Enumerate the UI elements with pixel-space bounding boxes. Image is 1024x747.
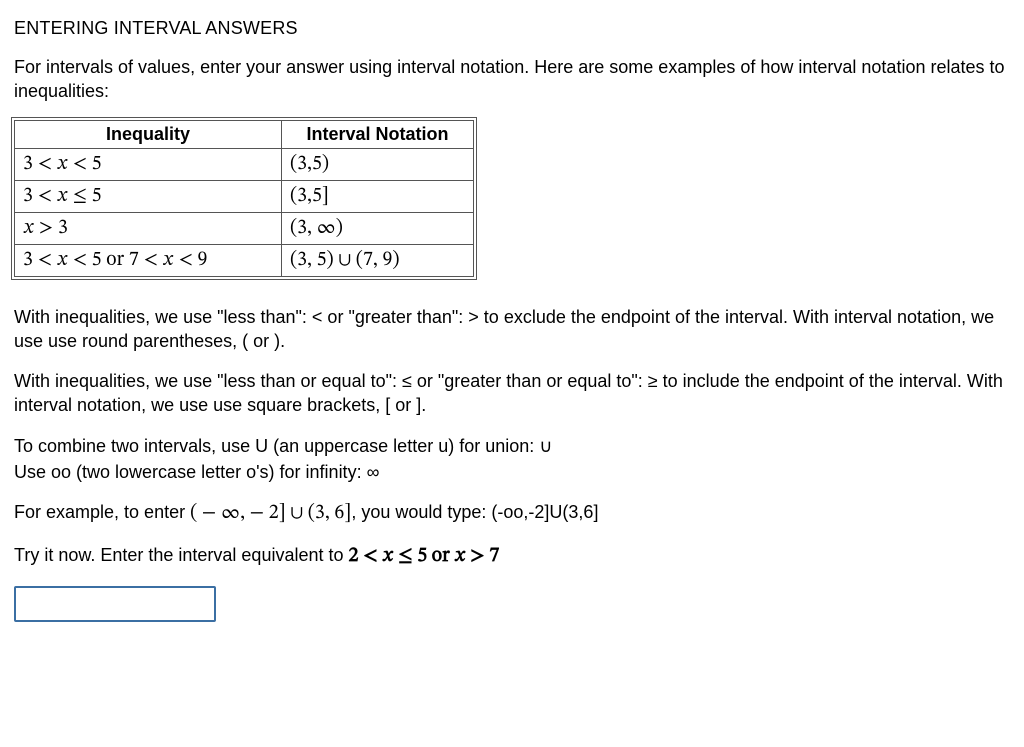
cell-interval: (3,5) <box>282 148 474 180</box>
try-prefix: Try it now. Enter the interval equivalen… <box>14 545 349 565</box>
table-row: 3 < 𝑥 ≤ 5 (3,5] <box>15 180 474 212</box>
cell-interval: (3, ∞) <box>282 212 474 244</box>
paragraph-try: Try it now. Enter the interval equivalen… <box>14 543 1010 570</box>
example-suffix: , you would type: (-oo,-2]U(3,6] <box>351 502 598 522</box>
paragraph-exclude: With inequalities, we use "less than": <… <box>14 305 1010 354</box>
table-row: 3 < 𝑥 < 5 or 7 < 𝑥 < 9 (3, 5) ∪ (7, 9) <box>15 244 474 276</box>
example-prefix: For example, to enter <box>14 502 190 522</box>
col-header-inequality: Inequality <box>15 120 282 148</box>
paragraph-include: With inequalities, we use "less than or … <box>14 369 1010 418</box>
cell-interval: (3,5] <box>282 180 474 212</box>
col-header-interval: Interval Notation <box>282 120 474 148</box>
intro-paragraph: For intervals of values, enter your answ… <box>14 55 1010 104</box>
paragraph-union-2: Use oo (two lowercase letter o's) for in… <box>14 460 1010 484</box>
paragraph-union-1: To combine two intervals, use U (an uppe… <box>14 434 1010 458</box>
cell-inequality: 𝑥 > 3 <box>15 212 282 244</box>
page-title: ENTERING INTERVAL ANSWERS <box>14 18 1010 39</box>
cell-inequality: 3 < 𝑥 < 5 or 7 < 𝑥 < 9 <box>15 244 282 276</box>
try-math: 2 < 𝑥 ≤ 5 or 𝑥 > 7 <box>349 546 500 566</box>
cell-inequality: 3 < 𝑥 < 5 <box>15 148 282 180</box>
example-math: ( − ∞, − 2] ∪ (3, 6] <box>190 503 351 523</box>
paragraph-example: For example, to enter ( − ∞, − 2] ∪ (3, … <box>14 500 1010 527</box>
table-header-row: Inequality Interval Notation <box>15 120 474 148</box>
cell-inequality: 3 < 𝑥 ≤ 5 <box>15 180 282 212</box>
notation-table: Inequality Interval Notation 3 < 𝑥 < 5 (… <box>14 120 474 277</box>
answer-input[interactable] <box>14 586 216 622</box>
cell-interval: (3, 5) ∪ (7, 9) <box>282 244 474 276</box>
table-row: 𝑥 > 3 (3, ∞) <box>15 212 474 244</box>
table-row: 3 < 𝑥 < 5 (3,5) <box>15 148 474 180</box>
